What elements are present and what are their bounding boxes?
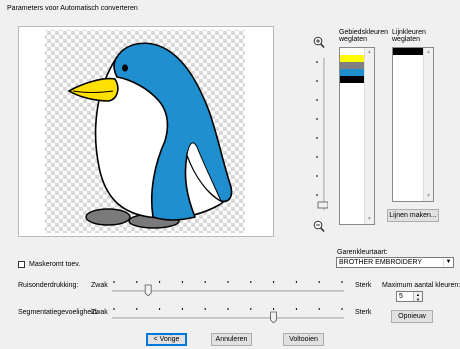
back-button[interactable]: < Vorige: [146, 333, 187, 346]
penguin-foot-left: [85, 208, 131, 226]
line-colors-list[interactable]: ▲ ▼: [392, 47, 434, 202]
max-colors-value: 5: [399, 293, 403, 300]
zoom-slider[interactable]: [316, 56, 329, 212]
line-colors-scrollbar[interactable]: ▲ ▼: [423, 48, 433, 201]
noise-max-label: Sterk: [355, 282, 372, 289]
segment-slider-thumb[interactable]: [270, 311, 277, 324]
scroll-up-icon[interactable]: ▲: [424, 48, 433, 57]
scroll-up-icon[interactable]: ▲: [365, 48, 374, 57]
segment-max-label: Sterk: [355, 309, 372, 316]
spinner-down-icon[interactable]: ▼: [414, 297, 422, 302]
area-colors-header: Gebiedskleuren weglaten: [339, 29, 389, 43]
zoom-slider-thumb[interactable]: [317, 201, 329, 209]
max-colors-spinner[interactable]: 5 ▲ ▼: [396, 291, 423, 302]
area-colors-scrollbar[interactable]: ▲ ▼: [364, 48, 374, 224]
noise-label: Ruisonderdrukking:: [18, 282, 79, 289]
reset-button[interactable]: Opnieuw: [391, 310, 433, 323]
mask-label: Maskeromt toev.: [29, 261, 81, 268]
create-lines-button[interactable]: Lijnen maken...: [387, 209, 439, 222]
cancel-button[interactable]: Annuleren: [211, 333, 252, 346]
segment-slider[interactable]: [110, 307, 346, 324]
finish-button[interactable]: Voltooien: [283, 333, 324, 346]
max-colors-label: Maximum aantal kleuren:: [382, 282, 460, 289]
segment-label: Segmentatiegevoeligheid:: [18, 309, 99, 316]
segment-min-label: Zwak: [91, 309, 108, 316]
thread-type-value: BROTHER EMBROIDERY: [339, 259, 423, 266]
noise-slider[interactable]: [110, 280, 346, 297]
noise-slider-thumb[interactable]: [144, 284, 152, 297]
chevron-down-icon[interactable]: ▼: [443, 258, 453, 267]
scroll-down-icon[interactable]: ▼: [365, 215, 374, 224]
window-title: Parameters voor Automatisch converteren: [7, 5, 138, 12]
noise-min-label: Zwak: [91, 282, 108, 289]
thread-type-select[interactable]: BROTHER EMBROIDERY ▼: [336, 257, 454, 268]
line-colors-header: Lijnkleuren weglaten: [392, 29, 426, 43]
area-colors-list[interactable]: ▲ ▼: [339, 47, 375, 225]
penguin-preview-image: [45, 30, 245, 233]
zoom-out-icon[interactable]: [313, 220, 325, 233]
mask-checkbox[interactable]: [18, 261, 25, 268]
preview-pane: [18, 26, 274, 237]
thread-type-label: Garenkleurtaart:: [337, 249, 388, 256]
zoom-in-icon[interactable]: [313, 36, 325, 49]
scroll-down-icon[interactable]: ▼: [424, 192, 433, 201]
penguin-eye: [122, 64, 128, 72]
